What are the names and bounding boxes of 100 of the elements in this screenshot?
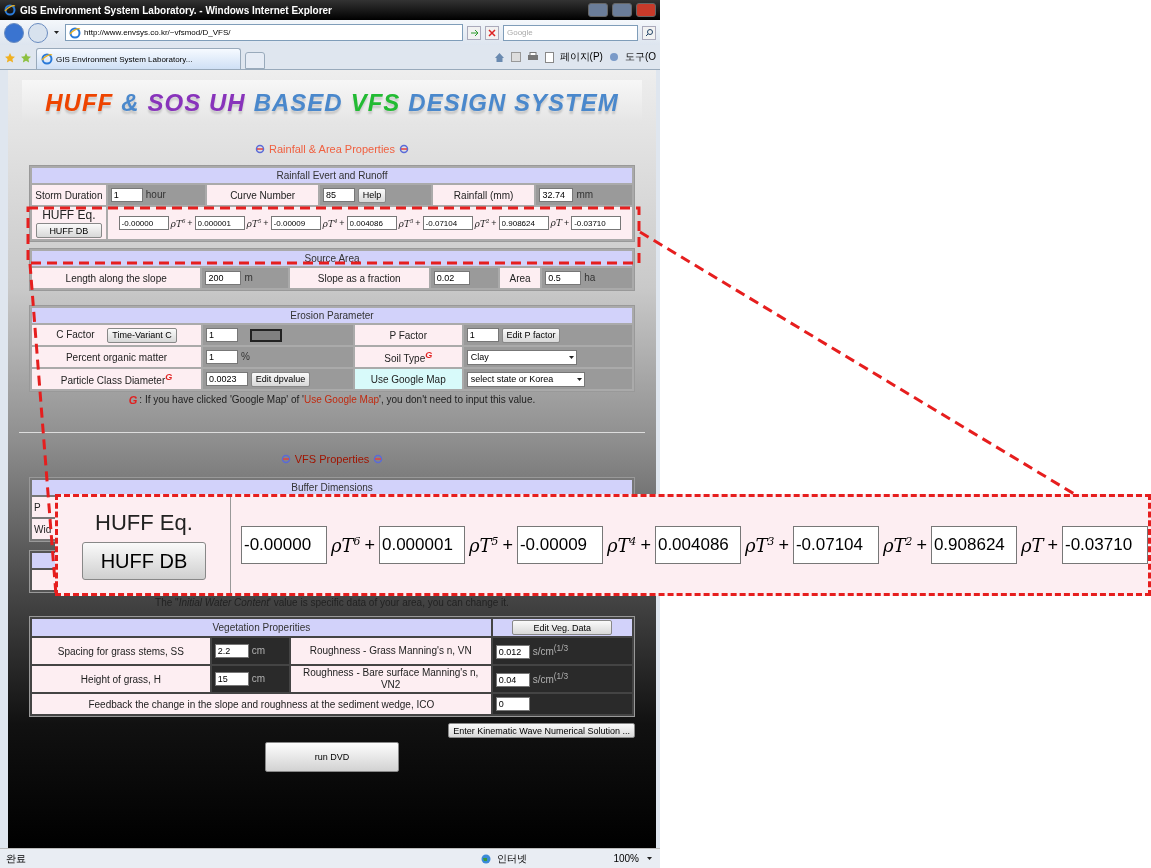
field-label: Height of grass, H (32, 666, 210, 692)
zoom-level[interactable]: 100% (613, 853, 639, 864)
maximize-button[interactable] (612, 3, 632, 17)
unit-label: cm (251, 672, 266, 684)
browser-tab[interactable]: GIS Environment System Laboratory... (36, 48, 241, 69)
value-field[interactable]: 200 (205, 271, 242, 285)
close-button[interactable] (636, 3, 656, 17)
power-term: ρT$^{6}$ (330, 534, 361, 556)
power-term: ρT$^{2}$ (882, 534, 913, 556)
star-icon (4, 52, 16, 64)
coefficient-field[interactable]: -0.03710 (1062, 526, 1148, 564)
section-heading: Rainfall & Area Properties (269, 143, 395, 155)
caret-icon (645, 854, 654, 863)
coefficient-field[interactable]: -0.00009 (516, 526, 603, 564)
edit-p-factor-button[interactable]: Edit P factor (501, 327, 561, 343)
tools-menu[interactable]: 도구(O (624, 50, 656, 64)
swirl-icon (398, 144, 409, 154)
coefficient-field[interactable]: -0.03710 (571, 216, 622, 230)
unit-label: cm (251, 644, 266, 656)
value-field[interactable]: 1 (206, 328, 238, 342)
edit-dpvalue-button[interactable]: Edit dpvalue (250, 371, 311, 387)
value-field[interactable]: 1 (206, 350, 238, 364)
field-label: Length along the slope (32, 268, 201, 288)
plus-sign: + (1047, 534, 1058, 556)
coefficient-field[interactable]: -0.00009 (270, 216, 321, 230)
table-title: Rainfall Evert and Runoff (32, 168, 632, 183)
add-favorite-icon (20, 52, 32, 64)
coefficient-field[interactable]: 0.000001 (194, 216, 245, 230)
search-button[interactable] (642, 25, 656, 40)
huff-db-button[interactable]: HUFF DB (35, 223, 102, 238)
forward-button[interactable] (28, 22, 48, 43)
footnote-mark: G (165, 371, 173, 382)
tab-title: GIS Environment System Laboratory... (56, 54, 193, 64)
plus-sign: + (916, 534, 927, 556)
kinematic-wave-button[interactable]: Enter Kinematic Wave Numerical Solution ... (448, 723, 635, 738)
swirl-icon (373, 454, 384, 464)
field-label: Spacing for grass stems, SS (32, 638, 210, 664)
duration-field[interactable]: 1 (110, 188, 143, 202)
time-variant-button[interactable]: Time-Variant C (107, 327, 177, 343)
refresh-button[interactable] (467, 25, 481, 40)
coefficient-field[interactable]: 0.908624 (930, 526, 1017, 564)
value-field[interactable]: 0.02 (433, 271, 470, 285)
back-button[interactable] (4, 22, 24, 43)
value-field[interactable]: 0.012 (495, 645, 530, 660)
logo-text: DESIGN SYSTEM (408, 88, 619, 117)
logo-text: HUFF (45, 88, 114, 117)
minimize-button[interactable] (588, 3, 608, 17)
power-term: ρT$^{3}$ (398, 217, 414, 229)
run-button[interactable]: run DVD (265, 742, 399, 772)
field-label: Slope as a fraction (289, 268, 429, 288)
address-field[interactable]: http://www.envsys.co.kr/~vfsmod/D_VFS/ (65, 24, 463, 41)
swirl-icon (255, 144, 265, 154)
coefficient-field[interactable]: 0.908624 (498, 216, 549, 230)
value-field[interactable]: 15 (214, 672, 249, 686)
field-label: C Factor (56, 328, 95, 340)
value-field[interactable]: 1 (466, 328, 499, 342)
rainfall-field[interactable]: 32.74 (539, 188, 574, 202)
help-button[interactable]: Help (357, 187, 387, 203)
field-label: Soil Type (384, 353, 426, 365)
unit-label: ha (584, 271, 596, 283)
field-label: Storm Duration (32, 185, 106, 205)
swirl-icon (280, 454, 291, 464)
unit-label: s/cm$^{(1/3}$ (532, 646, 569, 657)
value-field[interactable]: 0.5 (545, 271, 582, 285)
home-icon[interactable] (493, 51, 505, 63)
field-label: HUFF Eq. (42, 208, 96, 222)
value-field[interactable]: 0.04 (495, 673, 530, 688)
edit-veg-button[interactable]: Edit Veg. Data (512, 620, 613, 635)
power-term: ρT$^{5}$ (468, 534, 499, 556)
field-label: Rainfall (mm) (432, 185, 535, 205)
coefficient-field[interactable]: -0.00000 (118, 216, 169, 230)
huff-db-button[interactable]: HUFF DB (82, 542, 206, 580)
coefficient-field[interactable]: 0.004086 (346, 216, 397, 230)
window-title: GIS Environment System Laboratory. - Windows Internet Explorer (20, 4, 333, 16)
print-icon[interactable] (526, 52, 539, 62)
coefficient-field[interactable]: -0.07104 (422, 216, 473, 230)
coefficient-field[interactable]: -0.00000 (240, 526, 327, 564)
curve-number-field[interactable]: 85 (322, 188, 355, 202)
page-menu[interactable]: 페이지(P) (559, 50, 603, 64)
table-title: Vegetation Properities (32, 619, 491, 636)
soil-type-dropdown[interactable]: Clay (466, 349, 577, 365)
search-field[interactable]: Google (503, 24, 638, 41)
caret-icon (52, 28, 61, 37)
coefficient-field[interactable]: 0.000001 (378, 526, 465, 564)
unit-label: % (241, 350, 250, 362)
coefficient-field[interactable]: 0.004086 (654, 526, 741, 564)
plus-sign: + (339, 218, 345, 228)
logo-text: VFS (350, 88, 401, 117)
new-tab-button[interactable] (245, 52, 265, 69)
unit-label: s/cm$^{(1/3}$ (532, 674, 569, 685)
value-field[interactable]: 2.2 (214, 644, 249, 658)
plus-sign: + (415, 218, 421, 228)
unit-label: m (244, 271, 253, 283)
field-label: Curve Number (207, 185, 318, 205)
coefficient-field[interactable]: -0.07104 (792, 526, 879, 564)
stop-button[interactable] (485, 25, 499, 40)
state-dropdown[interactable]: select state or Korea (466, 371, 585, 387)
value-field[interactable]: 0.0023 (206, 372, 248, 386)
value-field[interactable]: 0 (495, 697, 530, 711)
section-heading: VFS Properties (294, 453, 370, 465)
